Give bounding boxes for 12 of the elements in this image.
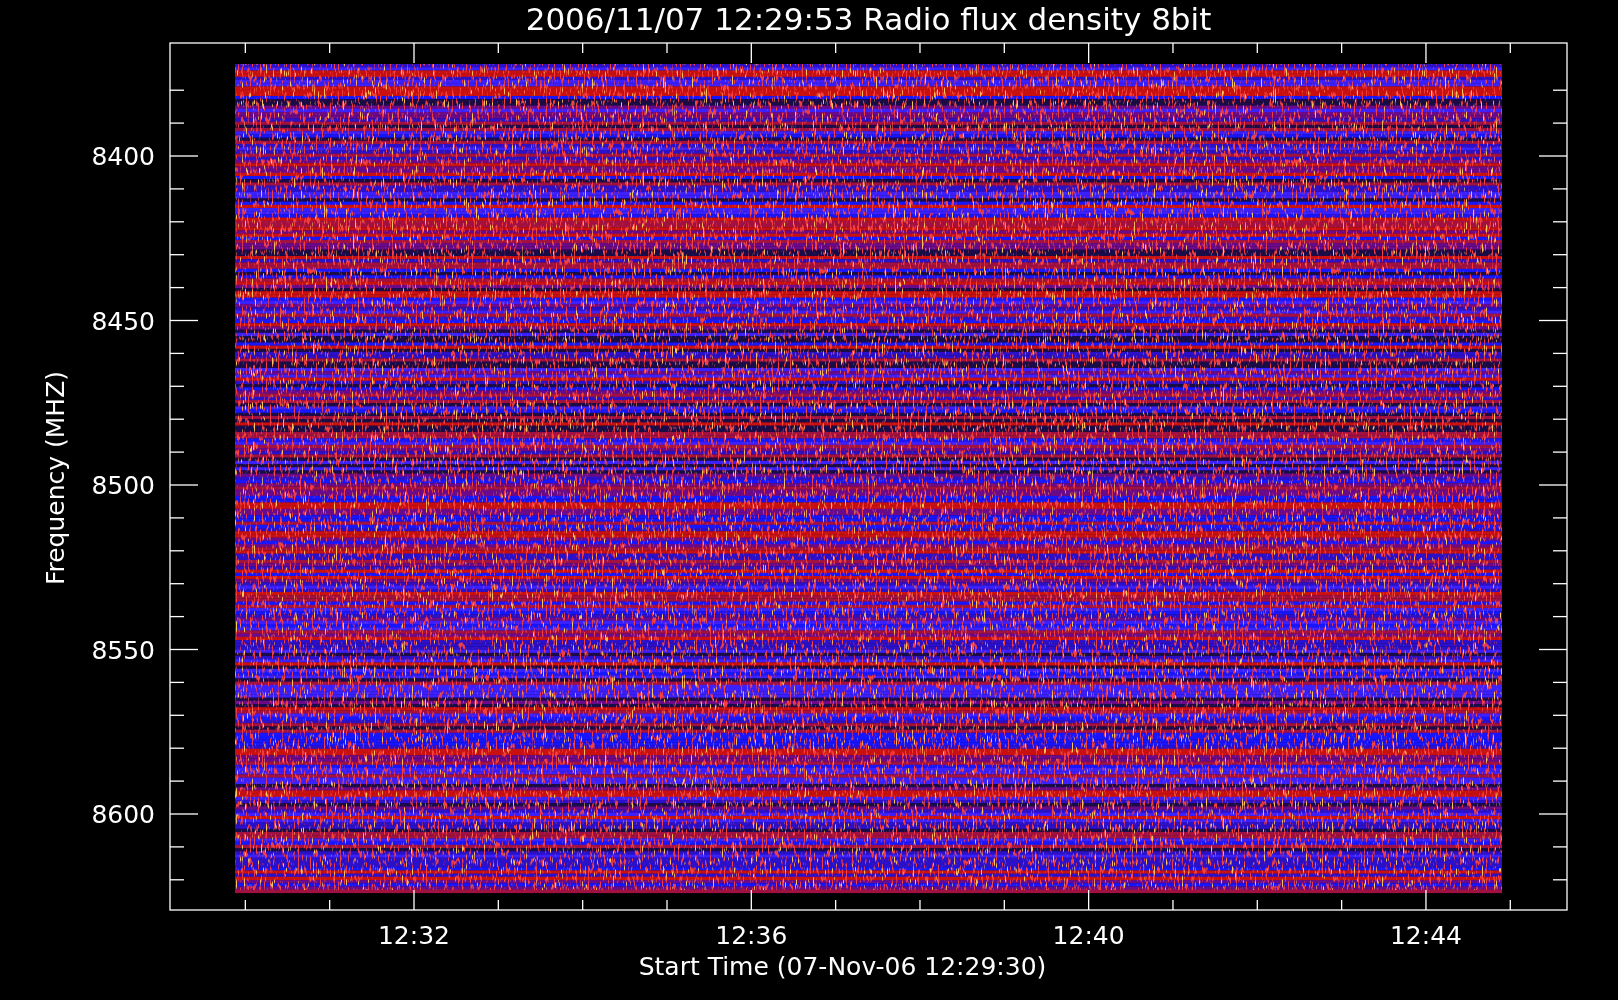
x-tick-label: 12:44 [1389,921,1462,950]
x-tick-label: 12:36 [715,921,788,950]
y-tick-label: 8550 [91,635,155,665]
y-tick-label: 8400 [91,142,155,171]
x-axis-label: Start Time (07-Nov-06 12:29:30) [638,952,1047,981]
y-tick-label: 8500 [91,471,155,500]
y-tick-label: 8600 [91,800,155,829]
x-tick-label: 12:40 [1052,921,1125,950]
chart-title: 2006/11/07 12:29:53 Radio flux density 8bit [525,1,1212,37]
y-tick-label: 8450 [91,306,155,336]
y-axis-label: Frequency (MHZ) [41,370,70,586]
x-tick-label: 12:32 [378,921,450,950]
